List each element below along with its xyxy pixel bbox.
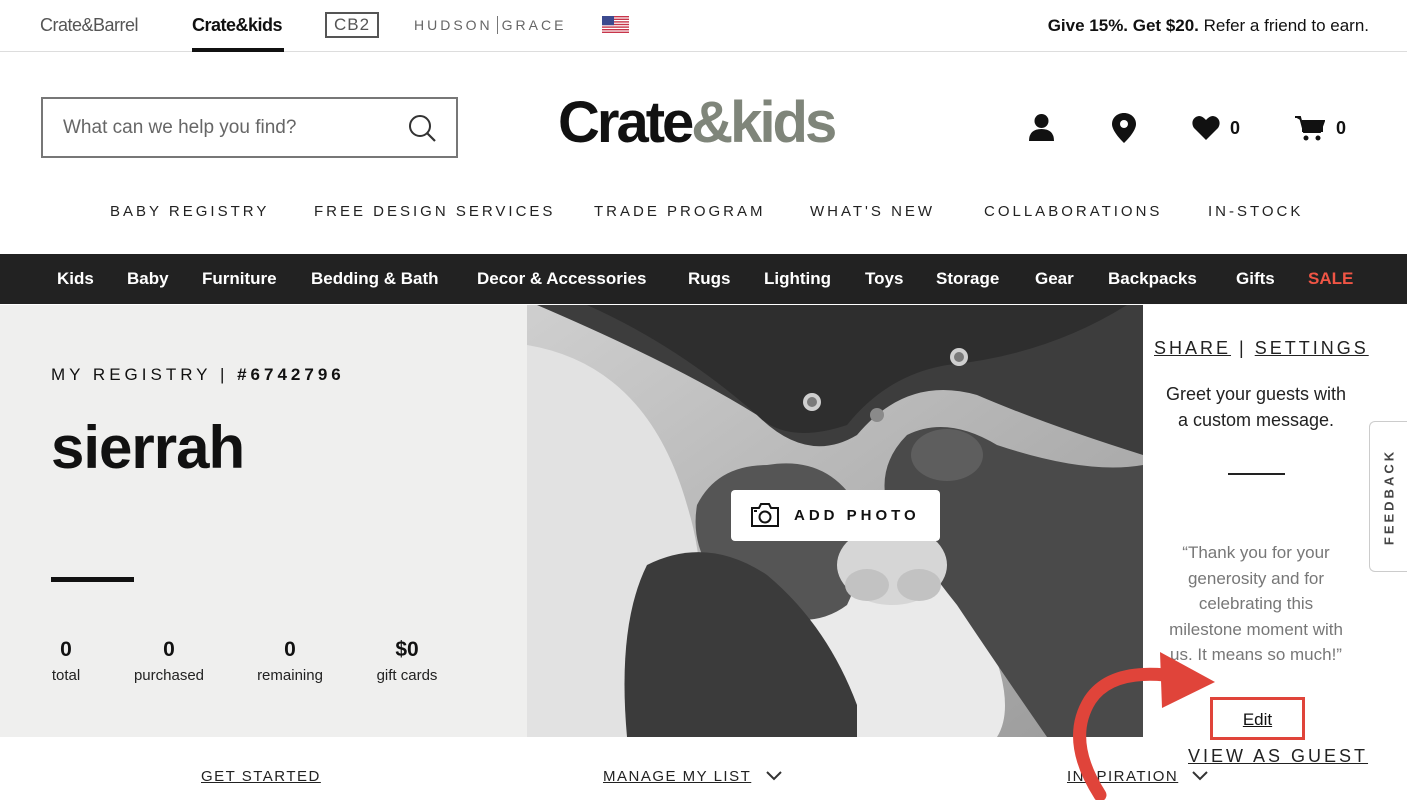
stat-label: remaining xyxy=(257,667,323,684)
stat-value: 0 xyxy=(284,638,296,661)
greet-guests-prompt: Greet your guests with a custom message. xyxy=(1165,384,1347,430)
cat-rugs[interactable]: Rugs xyxy=(688,269,731,289)
feedback-tab[interactable]: FEEDBACK xyxy=(1369,421,1407,572)
stat-value: $0 xyxy=(395,638,419,661)
us-flag-icon[interactable] xyxy=(602,16,629,33)
registry-heading: MY REGISTRY | #6742796 xyxy=(51,365,345,385)
favorites-heart-icon[interactable] xyxy=(1192,115,1220,141)
store-locator-icon[interactable] xyxy=(1112,113,1136,143)
brand-bar: Crate&Barrel Crate&kids CB2 HUDSON GRACE … xyxy=(0,0,1407,52)
view-as-guest-link[interactable]: VIEW AS GUEST xyxy=(1188,746,1368,767)
guest-message-quote: “Thank you for your generosity and for c… xyxy=(1169,543,1343,664)
registry-heading-separator: | xyxy=(219,365,229,384)
utility-nav: BABY REGISTRY FREE DESIGN SERVICES TRADE… xyxy=(0,203,1407,223)
divider xyxy=(51,577,134,582)
cat-decor-accessories[interactable]: Decor & Accessories xyxy=(477,269,646,289)
cat-furniture[interactable]: Furniture xyxy=(202,269,277,289)
nav-in-stock[interactable]: IN-STOCK xyxy=(1208,203,1303,220)
registry-heading-label: MY REGISTRY xyxy=(51,365,212,384)
stat-label: total xyxy=(51,667,81,684)
tab-get-started[interactable]: GET STARTED xyxy=(201,768,321,785)
logo-main: Crate xyxy=(558,90,694,155)
stat-value: 0 xyxy=(163,638,175,661)
registry-summary: MY REGISTRY | #6742796 sierrah 0 total 0 p… xyxy=(0,305,527,737)
cart-icon[interactable] xyxy=(1295,115,1325,143)
cat-gifts[interactable]: Gifts xyxy=(1236,269,1275,289)
chevron-down-icon[interactable] xyxy=(765,770,783,782)
cat-storage[interactable]: Storage xyxy=(936,269,999,289)
tab-manage-my-list[interactable]: MANAGE MY LIST xyxy=(603,768,751,785)
referral-promo[interactable]: Give 15%. Get $20. Refer a friend to ear… xyxy=(1048,16,1369,36)
nav-whats-new[interactable]: WHAT'S NEW xyxy=(810,203,935,220)
nav-free-design-services[interactable]: FREE DESIGN SERVICES xyxy=(314,203,555,220)
add-photo-button[interactable]: ADD PHOTO xyxy=(731,490,940,541)
brand-hudson-grace[interactable]: HUDSON GRACE xyxy=(414,15,567,34)
cat-baby[interactable]: Baby xyxy=(127,269,169,289)
nav-baby-registry[interactable]: BABY REGISTRY xyxy=(110,203,269,220)
registry-message-panel xyxy=(1143,305,1407,737)
search-box xyxy=(41,97,458,158)
promo-text: Refer a friend to earn. xyxy=(1198,16,1369,35)
stat-value: 0 xyxy=(60,638,72,661)
brand-cb2[interactable]: CB2 xyxy=(325,12,380,38)
cart-count: 0 xyxy=(1336,118,1347,138)
cat-bedding-bath[interactable]: Bedding & Bath xyxy=(311,269,439,289)
search-icon[interactable] xyxy=(408,114,436,142)
camera-icon xyxy=(751,503,779,527)
chevron-down-icon[interactable] xyxy=(1191,770,1209,782)
category-nav: Kids Baby Furniture Bedding & Bath Decor… xyxy=(0,254,1407,304)
tab-inspiration[interactable]: INSPIRATION xyxy=(1067,768,1178,785)
site-logo[interactable]: Crate&kids xyxy=(558,94,837,152)
stat-total: 0 total xyxy=(51,638,81,684)
registry-owner-name: sierrah xyxy=(51,414,245,481)
link-separator: | xyxy=(1239,338,1247,358)
brand-hudson-word: HUDSON xyxy=(414,17,493,33)
nav-collaborations[interactable]: COLLABORATIONS xyxy=(984,203,1162,220)
promo-bold: Give 15%. Get $20. xyxy=(1047,16,1199,35)
account-icon[interactable] xyxy=(1029,113,1054,143)
feedback-label: FEEDBACK xyxy=(1381,448,1396,545)
favorites-count: 0 xyxy=(1230,118,1241,138)
stat-purchased: 0 purchased xyxy=(128,638,210,684)
edit-message-link[interactable]: Edit xyxy=(1213,710,1302,730)
cat-gear[interactable]: Gear xyxy=(1035,269,1074,289)
cat-lighting[interactable]: Lighting xyxy=(764,269,831,289)
cat-kids[interactable]: Kids xyxy=(57,269,94,289)
share-settings-links: SHARE | SETTINGS xyxy=(1154,338,1369,359)
stat-label: purchased xyxy=(133,667,205,684)
add-photo-label: ADD PHOTO xyxy=(794,507,920,524)
settings-link[interactable]: SETTINGS xyxy=(1255,338,1369,358)
stat-remaining: 0 remaining xyxy=(252,638,328,684)
cat-sale[interactable]: SALE xyxy=(1308,269,1353,289)
edit-message-highlight: Edit xyxy=(1210,697,1305,740)
cat-backpacks[interactable]: Backpacks xyxy=(1108,269,1197,289)
divider xyxy=(1228,473,1285,475)
nav-trade-program[interactable]: TRADE PROGRAM xyxy=(594,203,766,220)
stat-gift-cards: $0 gift cards xyxy=(372,638,442,684)
stat-label: gift cards xyxy=(376,667,438,684)
registry-number: #6742796 xyxy=(237,365,345,384)
share-link[interactable]: SHARE xyxy=(1154,338,1231,358)
search-input[interactable] xyxy=(43,99,393,156)
brand-crate-and-barrel[interactable]: Crate&Barrel xyxy=(40,15,139,36)
cat-toys[interactable]: Toys xyxy=(865,269,903,289)
logo-kids: &kids xyxy=(691,90,837,155)
brand-crate-and-kids[interactable]: Crate&kids xyxy=(192,15,285,52)
brand-grace-word: GRACE xyxy=(501,17,567,33)
